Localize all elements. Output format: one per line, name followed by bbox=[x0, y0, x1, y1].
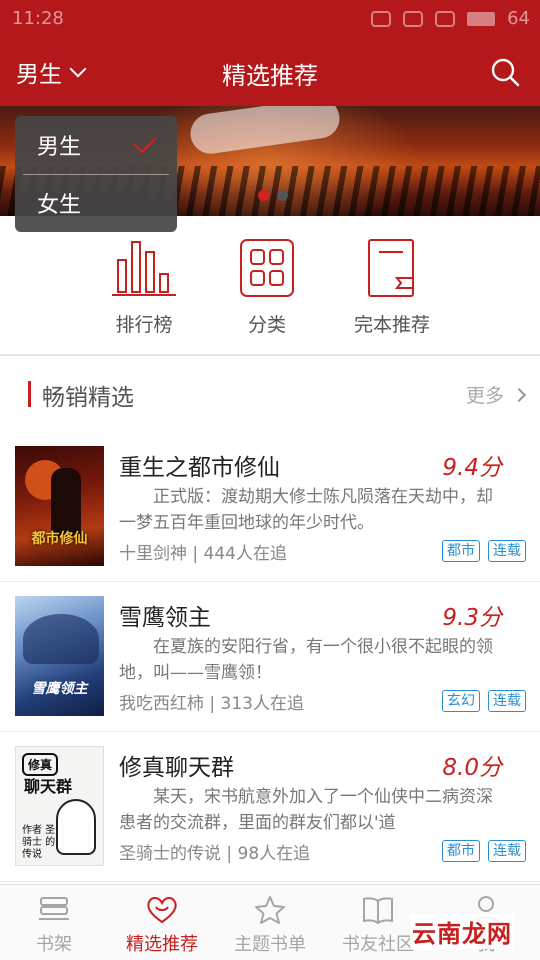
status-bar: 11:28 64 bbox=[0, 0, 540, 40]
book-author: 圣骑士的传说 bbox=[119, 844, 221, 864]
book-followers: 98人在追 bbox=[237, 844, 311, 864]
heart-icon bbox=[147, 897, 177, 924]
book-list-item[interactable]: 都市修仙 重生之都市修仙 9.4分 正式版：渡劫期大修士陈凡陨落在天劫中，却一梦… bbox=[0, 432, 540, 582]
quick-nav-ranking[interactable]: 排行榜 bbox=[79, 238, 209, 337]
tab-label: 书架 bbox=[36, 934, 72, 955]
status-tag: 连载 bbox=[488, 540, 526, 562]
book-cover: 雪鹰领主 bbox=[15, 596, 104, 716]
book-icon bbox=[368, 239, 414, 297]
quick-nav-completed[interactable]: 完本推荐 bbox=[327, 238, 457, 337]
book-meta: 我吃西红柿 | 313人在追 bbox=[119, 694, 304, 714]
cover-title: 都市修仙 bbox=[31, 531, 88, 547]
book-author: 十里剑神 bbox=[119, 544, 187, 564]
search-icon[interactable] bbox=[490, 57, 520, 87]
tab-booklists[interactable]: 主题书单 bbox=[216, 885, 324, 960]
battery-icon bbox=[467, 11, 496, 26]
chevron-right-icon bbox=[511, 387, 527, 402]
app-header: 男生 精选推荐 bbox=[0, 40, 540, 106]
grid-icon bbox=[240, 239, 294, 297]
wifi-icon bbox=[403, 10, 424, 27]
bar-chart-icon bbox=[112, 241, 176, 296]
checkmark-icon bbox=[133, 130, 157, 154]
open-book-icon bbox=[363, 897, 393, 925]
book-tags: 玄幻 连载 bbox=[442, 690, 526, 712]
section-accent-bar bbox=[28, 381, 31, 407]
book-tags: 都市 连载 bbox=[442, 840, 526, 862]
book-followers: 313人在追 bbox=[220, 694, 304, 714]
cover-title: 雪鹰领主 bbox=[31, 681, 88, 697]
watermark: 云南龙网 bbox=[410, 914, 514, 949]
cover-title: 聊天群 bbox=[24, 777, 73, 796]
star-icon bbox=[255, 896, 285, 924]
book-score: 8.0分 bbox=[442, 755, 502, 781]
dropdown-option-label: 男生 bbox=[37, 135, 82, 160]
genre-tag: 都市 bbox=[442, 540, 480, 562]
status-tag: 连载 bbox=[488, 690, 526, 712]
tab-bookshelf[interactable]: 书架 bbox=[0, 885, 108, 960]
cover-author: 作者 圣骑士 的传说 bbox=[22, 825, 56, 860]
book-description: 正式版：渡劫期大修士陈凡陨落在天劫中，却一梦五百年重回地球的年少时代。 bbox=[119, 487, 493, 533]
sync-icon bbox=[435, 10, 456, 27]
quick-nav-label: 排行榜 bbox=[115, 314, 173, 336]
book-score: 9.3分 bbox=[442, 605, 502, 631]
book-author: 我吃西红柿 bbox=[119, 694, 204, 714]
dropdown-option-male[interactable]: 男生 bbox=[15, 116, 177, 174]
genre-tag: 都市 bbox=[442, 840, 480, 862]
carousel-dot bbox=[277, 190, 288, 201]
status-tag: 连载 bbox=[488, 840, 526, 862]
bestseller-section-header: 畅销精选 更多 bbox=[0, 356, 540, 432]
carousel-indicators bbox=[258, 190, 288, 201]
quick-nav-label: 完本推荐 bbox=[353, 314, 430, 336]
book-list-item[interactable]: 修真 聊天群 作者 圣骑士 的传说 修真聊天群 8.0分 某天，宋书航意外加入了… bbox=[0, 732, 540, 882]
battery-level: 64 bbox=[507, 8, 530, 29]
cover-wings bbox=[23, 614, 99, 664]
book-title: 雪鹰领主 bbox=[119, 605, 211, 631]
quick-nav-label: 分类 bbox=[247, 314, 286, 336]
gender-dropdown: 男生 女生 bbox=[15, 116, 177, 232]
more-link[interactable]: 更多 bbox=[465, 381, 527, 408]
quick-nav-category[interactable]: 分类 bbox=[202, 238, 332, 337]
book-title: 修真聊天群 bbox=[119, 755, 234, 781]
page-title: 精选推荐 bbox=[222, 62, 318, 90]
book-description: 某天，宋书航意外加入了一个仙侠中二病资深患者的交流群，里面的群友们都以'道 bbox=[119, 787, 493, 833]
status-icons: 64 bbox=[371, 8, 530, 29]
tab-label: 主题书单 bbox=[234, 934, 306, 955]
tab-featured[interactable]: 精选推荐 bbox=[108, 885, 216, 960]
bookshelf-icon bbox=[39, 897, 69, 920]
book-tags: 都市 连载 bbox=[442, 540, 526, 562]
carousel-dot bbox=[258, 190, 269, 201]
book-meta: 十里剑神 | 444人在追 bbox=[119, 544, 287, 564]
book-score: 9.4分 bbox=[442, 455, 502, 481]
book-title: 重生之都市修仙 bbox=[119, 455, 280, 481]
book-followers: 444人在追 bbox=[203, 544, 287, 564]
status-time: 11:28 bbox=[12, 8, 64, 29]
book-cover: 修真 聊天群 作者 圣骑士 的传说 bbox=[15, 746, 104, 866]
genre-tag: 玄幻 bbox=[442, 690, 480, 712]
headset-icon bbox=[371, 10, 392, 27]
tab-label: 精选推荐 bbox=[126, 934, 198, 955]
quick-nav: 排行榜 分类 完本推荐 bbox=[0, 216, 540, 354]
book-meta: 圣骑士的传说 | 98人在追 bbox=[119, 844, 311, 864]
section-title: 畅销精选 bbox=[42, 385, 134, 411]
book-list-item[interactable]: 雪鹰领主 雪鹰领主 9.3分 在夏族的安阳行省，有一个很小很不起眼的领地，叫——… bbox=[0, 582, 540, 732]
cover-character bbox=[56, 799, 96, 855]
dropdown-option-label: 女生 bbox=[37, 193, 82, 218]
more-label: 更多 bbox=[465, 385, 504, 407]
book-cover: 都市修仙 bbox=[15, 446, 104, 566]
book-description: 在夏族的安阳行省，有一个很小很不起眼的领地，叫——雪鹰领！ bbox=[119, 637, 493, 683]
